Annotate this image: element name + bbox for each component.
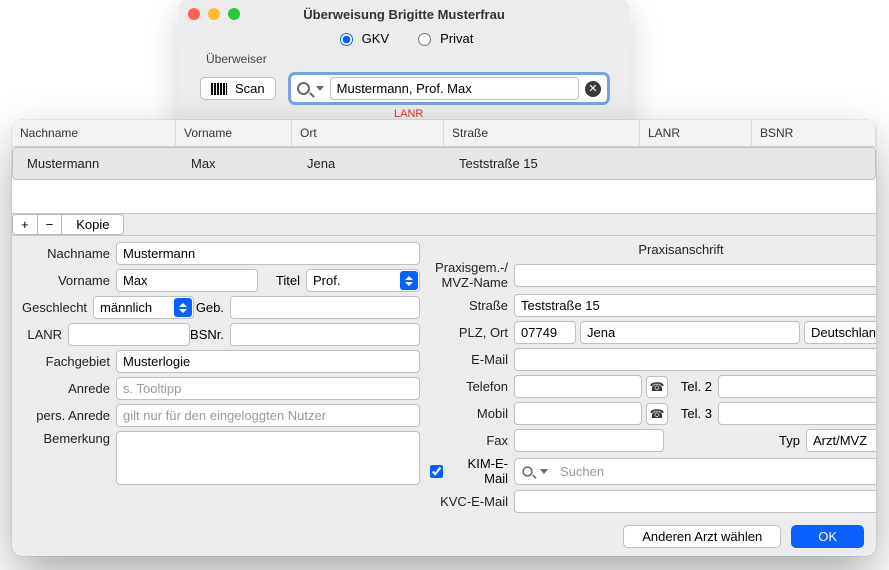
lanr-hint: LANR <box>394 108 423 120</box>
window-title: Überweisung Brigitte Musterfrau <box>303 7 505 22</box>
input-mobil[interactable] <box>514 402 642 425</box>
label-telefon: Telefon <box>428 379 514 394</box>
form-right: Praxisanschrift Praxisgem.-/ MVZ-Name St… <box>428 242 876 517</box>
footer: Anderen Arzt wählen OK <box>12 517 876 556</box>
label-email: E-Mail <box>428 352 514 367</box>
label-plzort: PLZ, Ort <box>428 325 514 340</box>
radio-privat[interactable]: Privat <box>413 30 473 46</box>
phone-icon: ☎ <box>650 380 665 394</box>
select-land[interactable]: Deutschland <box>804 321 876 344</box>
chevron-updown-icon <box>174 298 192 317</box>
th-nachname[interactable]: Nachname <box>12 120 176 146</box>
label-strasse: Straße <box>428 298 514 313</box>
search-icon <box>297 82 310 95</box>
input-bemerkung[interactable] <box>116 431 420 485</box>
label-geb: Geb. <box>194 300 230 315</box>
input-kim[interactable] <box>554 461 876 482</box>
input-lanr[interactable] <box>68 323 190 346</box>
label-lanr: LANR <box>22 327 68 342</box>
input-telefon[interactable] <box>514 375 642 398</box>
th-bsnr[interactable]: BSNR <box>752 120 876 146</box>
label-geschlecht: Geschlecht <box>22 300 93 315</box>
label-titel: Titel <box>258 273 306 288</box>
search-field[interactable]: ✕ <box>288 72 610 105</box>
label-nachname: Nachname <box>22 246 116 261</box>
section-praxisanschrift: Praxisanschrift <box>428 242 876 261</box>
input-plz[interactable] <box>514 321 576 344</box>
label-mobil: Mobil <box>428 406 514 421</box>
input-geb[interactable] <box>230 296 420 319</box>
input-vorname[interactable] <box>116 269 258 292</box>
checkbox-kim[interactable] <box>430 465 443 478</box>
titlebar: Überweisung Brigitte Musterfrau <box>178 0 630 28</box>
label-tel3: Tel. 3 <box>668 406 718 421</box>
th-vorname[interactable]: Vorname <box>176 120 292 146</box>
dial-mobil-button[interactable]: ☎ <box>646 403 668 425</box>
label-pers-anrede: pers. Anrede <box>22 408 116 423</box>
th-strasse[interactable]: Straße <box>444 120 640 146</box>
front-window: Nachname Vorname Ort Straße LANR BSNR Mu… <box>12 120 876 556</box>
input-fachgebiet[interactable] <box>116 350 420 373</box>
search-input[interactable] <box>330 77 579 100</box>
back-window: Überweisung Brigitte Musterfrau GKV Priv… <box>178 0 630 130</box>
search-icon <box>522 466 532 476</box>
label-anrede: Anrede <box>22 381 116 396</box>
input-mvz[interactable] <box>514 264 876 287</box>
radio-gkv-input[interactable] <box>340 33 353 46</box>
input-strasse[interactable] <box>514 294 876 317</box>
label-mvz: Praxisgem.-/ MVZ-Name <box>428 261 514 290</box>
label-vorname: Vorname <box>22 273 116 288</box>
zoom-icon[interactable] <box>228 8 240 20</box>
fieldset-label: Überweiser <box>178 52 630 66</box>
ok-button[interactable]: OK <box>791 525 864 548</box>
input-kvc[interactable] <box>514 490 876 513</box>
table-toolbar: + − Kopie <box>12 214 876 236</box>
select-typ[interactable]: Arzt/MVZ <box>806 429 876 452</box>
dial-tel-button[interactable]: ☎ <box>646 376 668 398</box>
kim-search[interactable] <box>514 458 876 485</box>
input-nachname[interactable] <box>116 242 420 265</box>
input-email[interactable] <box>514 348 876 371</box>
label-bemerkung: Bemerkung <box>22 431 116 446</box>
label-fachgebiet: Fachgebiet <box>22 354 116 369</box>
table-header: Nachname Vorname Ort Straße LANR BSNR <box>12 120 876 147</box>
th-ort[interactable]: Ort <box>292 120 444 146</box>
scan-button[interactable]: Scan <box>200 77 276 100</box>
choose-other-button[interactable]: Anderen Arzt wählen <box>623 525 781 548</box>
add-button[interactable]: + <box>12 214 38 235</box>
chevron-updown-icon <box>400 271 418 290</box>
copy-button[interactable]: Kopie <box>62 214 124 235</box>
traffic-lights <box>188 8 240 20</box>
radio-gkv[interactable]: GKV <box>335 30 389 46</box>
phone-icon: ☎ <box>650 407 665 421</box>
minimize-icon[interactable] <box>208 8 220 20</box>
barcode-icon <box>211 83 227 95</box>
table-row[interactable]: Mustermann Max Jena Teststraße 15 <box>12 147 876 180</box>
input-tel3[interactable] <box>718 402 876 425</box>
input-bsnr[interactable] <box>230 323 420 346</box>
label-kim: KIM-E-Mail <box>446 456 514 486</box>
clear-icon[interactable]: ✕ <box>585 81 601 97</box>
label-tel2: Tel. 2 <box>668 379 718 394</box>
th-lanr[interactable]: LANR <box>640 120 752 146</box>
label-kvc: KVC-E-Mail <box>428 494 514 509</box>
input-fax[interactable] <box>514 429 664 452</box>
close-icon[interactable] <box>188 8 200 20</box>
chevron-down-icon[interactable] <box>316 86 324 91</box>
table-body: Mustermann Max Jena Teststraße 15 <box>12 147 876 214</box>
label-fax: Fax <box>428 433 514 448</box>
input-pers-anrede[interactable] <box>116 404 420 427</box>
scan-label: Scan <box>235 81 265 96</box>
radio-privat-input[interactable] <box>418 33 431 46</box>
input-tel2[interactable] <box>718 375 876 398</box>
form-left: Nachname Vorname Titel Prof. Geschlecht … <box>22 242 420 517</box>
input-ort[interactable] <box>580 321 800 344</box>
label-bsnr: BSNr. <box>190 327 230 342</box>
input-anrede[interactable] <box>116 377 420 400</box>
label-typ: Typ <box>766 433 806 448</box>
remove-button[interactable]: − <box>38 214 63 235</box>
chevron-down-icon[interactable] <box>540 469 548 474</box>
